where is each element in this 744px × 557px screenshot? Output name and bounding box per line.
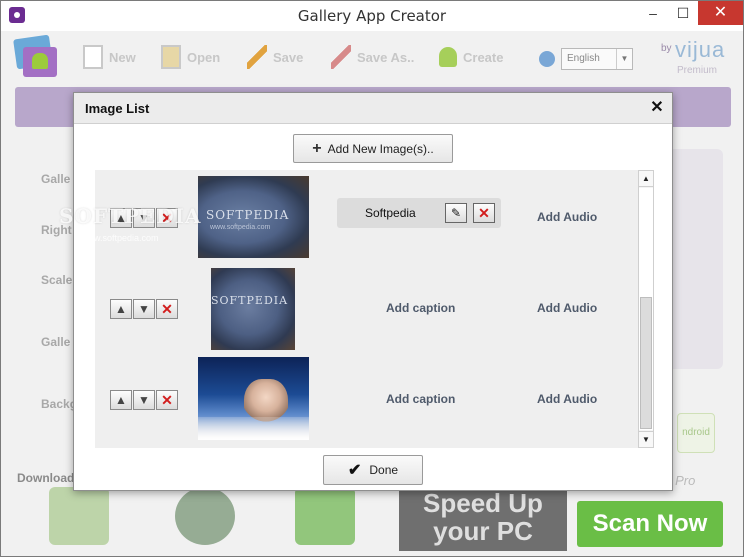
speed-up-ad[interactable]: Speed Up your PC xyxy=(399,485,567,551)
checkmark-icon[interactable] xyxy=(295,487,355,545)
open-label: Open xyxy=(187,49,221,65)
pencil-edit-icon xyxy=(331,45,351,69)
add-caption-link[interactable]: Add caption xyxy=(386,392,455,406)
promo-icons xyxy=(41,487,381,549)
delete-image-button[interactable]: ✕ xyxy=(156,390,178,410)
title-bar: Gallery App Creator – ☐ ✕ xyxy=(1,1,743,31)
delete-caption-button[interactable]: ✕ xyxy=(473,203,495,223)
scan-now-button[interactable]: Scan Now xyxy=(577,501,723,547)
window-title: Gallery App Creator xyxy=(297,7,447,25)
ad-line-1: Speed Up xyxy=(423,488,543,518)
new-label: New xyxy=(109,49,136,65)
download-label: Download xyxy=(17,471,75,485)
open-file-icon xyxy=(161,45,181,69)
image-row: ▲ ▼ ✕ SOFTPEDIA Add caption Add Audio xyxy=(95,261,640,351)
row-controls: ▲ ▼ ✕ xyxy=(110,390,178,410)
add-new-images-button[interactable]: + Add New Image(s).. xyxy=(293,134,453,163)
list-scrollbar[interactable]: ▲ ▼ xyxy=(638,170,654,448)
android-icon xyxy=(439,47,457,67)
thumbnail-splash xyxy=(198,417,309,440)
brand-tier: Premium xyxy=(677,65,718,76)
dialog-close-button[interactable]: ✕ xyxy=(648,99,666,117)
globe-icon xyxy=(539,51,555,67)
close-window-button[interactable]: ✕ xyxy=(698,1,743,25)
save-as-button[interactable]: Save As.. xyxy=(331,45,414,69)
language-value: English xyxy=(567,53,600,64)
bg-label-gallery-2: Galle xyxy=(41,335,71,349)
add-audio-link[interactable]: Add Audio xyxy=(537,301,597,315)
bg-label-scale: Scale xyxy=(41,273,73,287)
language-select[interactable]: English ▼ xyxy=(561,48,633,70)
done-label: Done xyxy=(369,463,399,477)
toolbar: New Open Save Save As.. Create English ▼… xyxy=(9,31,737,85)
open-button[interactable]: Open xyxy=(161,45,220,69)
plus-icon: + xyxy=(312,139,322,157)
add-caption-link[interactable]: Add caption xyxy=(386,301,455,315)
chevron-down-icon[interactable]: ▼ xyxy=(616,49,632,69)
scroll-up-arrow-icon[interactable]: ▲ xyxy=(639,171,653,187)
edit-caption-button[interactable]: ✎ xyxy=(445,203,467,223)
done-button[interactable]: ✔ Done xyxy=(323,455,423,485)
add-audio-link[interactable]: Add Audio xyxy=(537,392,597,406)
add-audio-link[interactable]: Add Audio xyxy=(537,210,597,224)
brand-logo: by vijua Premium xyxy=(661,37,741,79)
radar-icon[interactable] xyxy=(175,487,235,545)
bg-label-gallery: Galle xyxy=(41,172,71,186)
watermark-url: www.softpedia.com xyxy=(81,233,159,243)
brand-name: vijua xyxy=(675,37,726,62)
move-down-button[interactable]: ▼ xyxy=(133,299,155,319)
pencil-icon xyxy=(247,45,267,69)
promo-box-icon[interactable] xyxy=(49,487,109,545)
add-new-images-label: Add New Image(s).. xyxy=(327,141,434,156)
thumbnail-text: SOFTPEDIA xyxy=(211,294,289,307)
ad-line-2: your PC xyxy=(433,516,533,546)
row-controls: ▲ ▼ ✕ xyxy=(110,299,178,319)
move-up-button[interactable]: ▲ xyxy=(110,390,132,410)
brand-by: by xyxy=(661,43,672,54)
thumbnail-subtext: www.softpedia.com xyxy=(210,224,271,231)
bg-label-background: Backg xyxy=(41,397,78,411)
app-window: Gallery App Creator – ☐ ✕ New Open Save … xyxy=(0,0,744,557)
delete-image-button[interactable]: ✕ xyxy=(156,299,178,319)
pencil-icon: ✎ xyxy=(450,206,462,220)
image-thumbnail[interactable] xyxy=(198,357,309,440)
caption-text: Softpedia xyxy=(365,206,416,220)
move-up-button[interactable]: ▲ xyxy=(110,299,132,319)
image-thumbnail[interactable]: SOFTPEDIA www.softpedia.com xyxy=(198,176,309,258)
image-thumbnail[interactable]: SOFTPEDIA xyxy=(211,268,295,350)
new-button[interactable]: New xyxy=(83,45,136,69)
maximize-button[interactable]: ☐ xyxy=(668,1,698,25)
caption-box: Softpedia ✎ ✕ xyxy=(337,198,501,228)
dialog-header: Image List ✕ xyxy=(74,93,672,124)
thumbnail-text: SOFTPEDIA xyxy=(206,208,290,222)
dialog-title: Image List xyxy=(85,101,150,116)
save-button[interactable]: Save xyxy=(247,45,303,69)
app-logo xyxy=(13,34,59,79)
image-list-dialog: Image List ✕ + Add New Image(s).. ▲ ▼ ✕ … xyxy=(73,92,673,491)
create-button[interactable]: Create xyxy=(439,45,503,69)
save-label: Save xyxy=(273,49,304,65)
minimize-button[interactable]: – xyxy=(638,1,668,25)
move-down-button[interactable]: ▼ xyxy=(133,390,155,410)
create-label: Create xyxy=(463,49,504,65)
scroll-down-arrow-icon[interactable]: ▼ xyxy=(639,431,653,447)
scroll-thumb[interactable] xyxy=(640,297,652,429)
save-as-label: Save As.. xyxy=(357,49,415,65)
new-file-icon xyxy=(83,45,103,69)
watermark: SOFTPEDIA xyxy=(59,204,202,228)
checkmark-icon: ✔ xyxy=(347,462,362,479)
android-side-button[interactable]: ndroid xyxy=(677,413,715,453)
image-row: ▲ ▼ ✕ Add caption Add Audio xyxy=(95,352,640,442)
